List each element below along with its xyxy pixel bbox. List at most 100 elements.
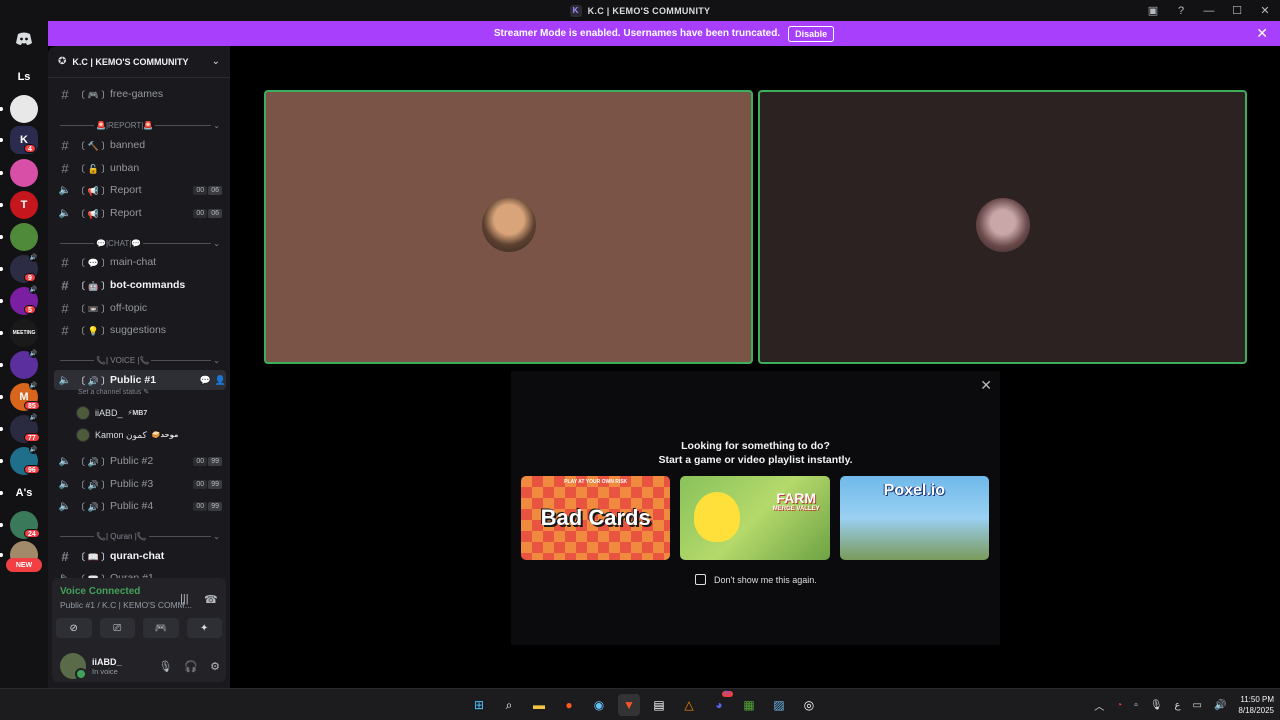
language-indicator[interactable]: ع [1175, 700, 1181, 711]
close-banner-icon[interactable]: ✕ [1256, 25, 1268, 42]
arc-app-icon[interactable]: △ [678, 694, 700, 716]
home-button[interactable] [10, 25, 38, 53]
server-icon-2[interactable] [10, 95, 38, 123]
disable-streamer-button[interactable]: Disable [788, 25, 835, 42]
dont-show-again[interactable]: Don't show me this again. [695, 574, 817, 585]
server-icon-1[interactable]: Ls [10, 63, 38, 91]
new-badge[interactable]: NEW [6, 558, 42, 572]
channel-suggestions[interactable]: # 〔 💡 〕 suggestions [54, 320, 226, 340]
photos-icon[interactable]: ▨ [768, 694, 790, 716]
server-icon-5[interactable]: T [10, 191, 38, 219]
channel-unban[interactable]: # 〔 🔓 〕 unban [54, 158, 226, 178]
tray-window-icon[interactable]: ▫ [1134, 700, 1138, 711]
search-icon[interactable]: ⌕ [498, 694, 520, 716]
server-icon-9[interactable]: MEETING [10, 319, 38, 347]
disconnect-icon[interactable]: ☎ [204, 593, 218, 606]
avatar[interactable] [60, 653, 87, 680]
dont-show-checkbox[interactable] [695, 574, 706, 585]
mention-badge: 5 [24, 305, 36, 314]
activity-card-bad-cards[interactable]: PLAY AT YOUR OWN RISK Bad Cards [521, 476, 671, 560]
channel-quran-1[interactable]: 🔈〔 📖 〕Quran #1 [54, 568, 226, 578]
close-icon[interactable]: ✕ [980, 377, 992, 394]
channel-main-chat[interactable]: # 〔 💬 〕 main-chat [54, 252, 226, 272]
microphone-icon[interactable]: 🎙 [158, 660, 172, 673]
steam-icon[interactable]: ◉ [588, 694, 610, 716]
chevron-up-icon[interactable]: ︿ [1094, 698, 1104, 713]
share-screen-button[interactable]: ⎚ [99, 618, 135, 638]
category-header[interactable]: 📞| Quran |📞 ⌄ [60, 529, 220, 543]
participant-tile-2[interactable] [758, 90, 1247, 364]
minimize-icon[interactable]: — [1202, 4, 1216, 18]
help-icon[interactable]: ? [1174, 4, 1188, 18]
inbox-icon[interactable]: ▣ [1146, 4, 1160, 18]
settings-gear-icon[interactable]: ⚙ [210, 660, 220, 673]
channel-public-3[interactable]: 🔈 〔 🔊 〕 Public #3 00 99 [54, 474, 226, 494]
chevron-down-icon[interactable]: ⌄ [213, 356, 220, 365]
start-icon[interactable]: ⊞ [468, 694, 490, 716]
activity-card-farm[interactable]: FARM MERGE VALLEY [680, 476, 830, 560]
close-window-icon[interactable]: ✕ [1258, 4, 1272, 18]
server-icon-6[interactable] [10, 223, 38, 251]
brave-icon[interactable]: ▼ [618, 694, 640, 716]
server-header[interactable]: ✪ K.C | KEMO'S COMMUNITY ⌄ [48, 46, 230, 78]
headphones-icon[interactable]: 🎧 [184, 660, 198, 673]
channel-public-1[interactable]: 🔈 〔 🔊 〕 Public #1 💬 👤 [54, 370, 226, 390]
avatar [76, 406, 90, 420]
channel-report[interactable]: 🔈 〔 📢 〕 Report 00 06 [54, 203, 226, 223]
discord-taskbar-icon[interactable]: ◕ 9+ [708, 691, 733, 716]
activity-card-poxel[interactable]: Poxel.io [839, 476, 989, 560]
channel-off-topic[interactable]: # 〔 📼 〕 off-topic [54, 298, 226, 318]
network-icon[interactable]: ▭ [1193, 700, 1202, 711]
text-channel-icon: # [61, 322, 69, 338]
text-channel-icon: # [61, 137, 69, 153]
channel-public-4[interactable]: 🔈 〔 🔊 〕 Public #4 00 99 [54, 496, 226, 516]
mention-badge: 9 [24, 273, 36, 282]
window-title-text: K.C | KEMO'S COMMUNITY [587, 5, 711, 16]
tray-app-icon[interactable]: ◔ [1116, 700, 1122, 711]
voice-user-name: iiABD_ [95, 408, 123, 418]
channel-banned[interactable]: # 〔 🔨 〕 banned [54, 135, 226, 155]
participant-tile-1[interactable] [264, 90, 753, 364]
chevron-down-icon[interactable]: ⌄ [213, 121, 220, 130]
server-icon-14[interactable]: A's [10, 479, 38, 507]
chevron-down-icon[interactable]: ⌄ [213, 532, 220, 541]
activities-button[interactable]: 🎮 [143, 618, 179, 638]
terminal-icon[interactable]: ▤ [648, 694, 670, 716]
speaker-icon: 🔊 [29, 253, 38, 262]
server-icon-4[interactable] [10, 159, 38, 187]
ea-app-icon[interactable]: ● [558, 694, 580, 716]
clock[interactable]: 11:50 PM 8/18/2025 [1238, 694, 1274, 716]
voice-channel-path[interactable]: Public #1 / K.C | KEMO'S COMM... [60, 600, 200, 610]
minecraft-icon[interactable]: ▦ [738, 694, 760, 716]
channel-free-games[interactable]: # 〔 🎮 〕 free-games [54, 84, 226, 104]
file-explorer-icon[interactable]: ▬ [528, 694, 550, 716]
category-header[interactable]: 📞| VOICE |📞 ⌄ [60, 353, 220, 367]
microphone-tray-icon[interactable]: 🎙 [1150, 700, 1163, 711]
volume-icon[interactable]: 🔊 [1214, 700, 1226, 711]
chevron-down-icon[interactable]: ⌄ [212, 56, 220, 67]
speaker-icon: 🔊 [29, 413, 38, 422]
voice-user[interactable]: Kamon كمون 🥪موحد [76, 426, 178, 444]
channel-emoji: 〔 🔨 〕 [76, 140, 111, 151]
soundboard-button[interactable]: ✦ [186, 618, 222, 638]
chevron-down-icon[interactable]: ⌄ [213, 239, 220, 248]
channel-emoji: 〔 📢 〕 [76, 208, 111, 219]
channel-bot-commands[interactable]: # 〔 🤖 〕 bot-commands [54, 275, 226, 295]
category-header[interactable]: 💬|CHAT|💬 ⌄ [60, 236, 220, 250]
invite-icon[interactable]: 👤 [215, 375, 226, 386]
channel-quran-chat[interactable]: # 〔 📖 〕 quran-chat [54, 546, 226, 566]
open-chat-icon[interactable]: 💬 [200, 375, 211, 386]
obs-icon[interactable]: ◎ [798, 694, 820, 716]
category-header[interactable]: 🚨|REPORT|🚨 ⌄ [60, 118, 220, 132]
unread-pip [0, 523, 3, 527]
voice-user[interactable]: iiABD_ ⚡MB7 [76, 404, 147, 422]
noise-suppression-icon[interactable]: ||| [180, 593, 189, 605]
camera-off-button[interactable]: ⊘ [56, 618, 92, 638]
channel-status-input[interactable]: Set a channel status ✎ [78, 388, 149, 396]
current-users: 00 [193, 479, 208, 489]
channel-public-2[interactable]: 🔈 〔 🔊 〕 Public #2 00 99 [54, 451, 226, 471]
discord-badge: 9+ [722, 691, 733, 697]
system-tray: ︿ ◔ ▫ 🎙 ع ▭ 🔊 11:50 PM 8/18/2025 [1094, 689, 1274, 720]
maximize-icon[interactable]: ☐ [1230, 4, 1244, 18]
channel-report[interactable]: 🔈 〔 📢 〕 Report 00 06 [54, 180, 226, 200]
